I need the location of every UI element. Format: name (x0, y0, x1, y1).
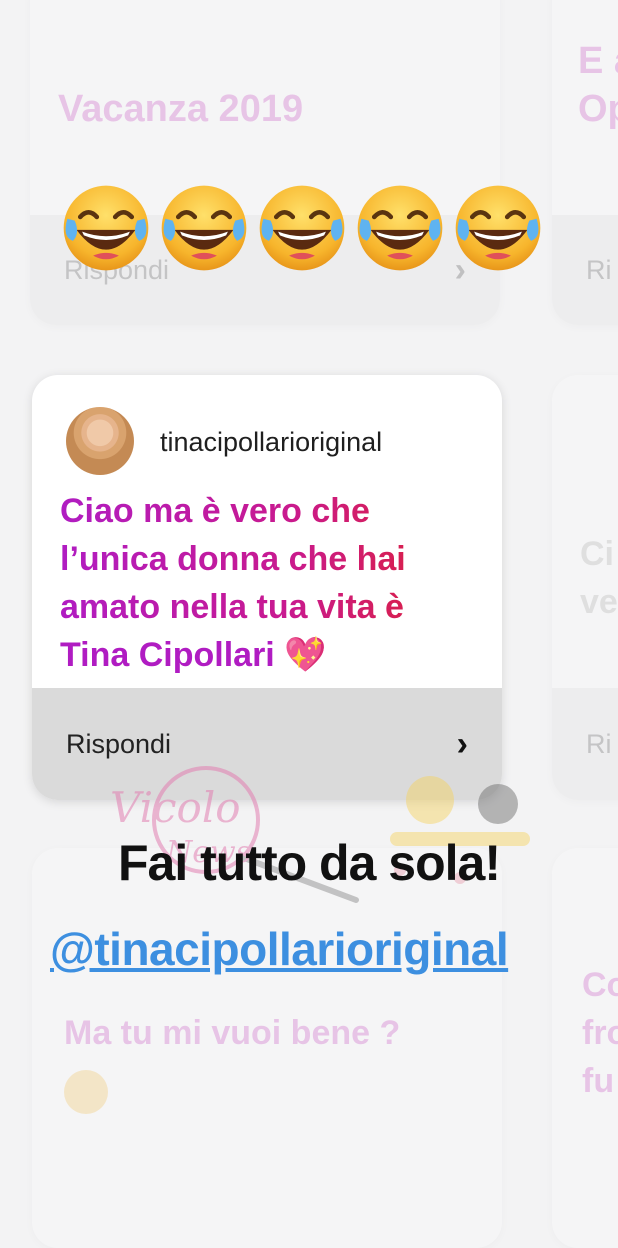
laughing-emoji-sticker (60, 182, 544, 274)
question-text: Vacanza 2019 (58, 88, 304, 130)
reply-button[interactable]: Ri (552, 215, 618, 325)
tears-of-joy-emoji-icon (354, 182, 446, 274)
tears-of-joy-emoji-icon (452, 182, 544, 274)
question-text-line1: Co (582, 966, 618, 1004)
question-text-line2: ve (580, 583, 618, 621)
question-text-line2: Op (578, 88, 618, 130)
question-card-mid-right: Ci ve Ri (552, 375, 618, 800)
question-text-line1: Ci (580, 535, 614, 573)
reply-button[interactable]: Ri (552, 688, 618, 800)
svg-text:Vicolo: Vicolo (110, 783, 241, 832)
question-card-bottom-right: Co fro fu (552, 848, 618, 1248)
tears-of-joy-emoji-icon (60, 182, 152, 274)
question-text: E a (578, 40, 618, 82)
mention-link[interactable]: @tinacipollarioriginal (50, 922, 509, 976)
question-line-3: amato nella tua vita è (60, 583, 478, 631)
question-card-main: tinacipollarioriginal Ciao ma è vero che… (32, 375, 502, 800)
question-text-line3: fu (582, 1062, 615, 1100)
sparkling-heart-icon: 💖 (284, 636, 327, 674)
question-card-top-left: Vacanza 2019 Rispondi › (30, 0, 500, 325)
question-card-top-right: E a Op Ri (552, 0, 618, 325)
question-line-2: l’unica donna che hai (60, 535, 478, 583)
question-line-1: Ciao ma è vero che (60, 487, 478, 535)
tears-of-joy-emoji-icon (256, 182, 348, 274)
question-text: Ma tu mi vuoi bene ? (64, 1014, 401, 1052)
question-line-4-wrap: Tina Cipollari 💖 (60, 631, 327, 679)
tears-of-joy-emoji-icon (158, 182, 250, 274)
question-line-4: Tina Cipollari (60, 636, 275, 674)
reply-label: Ri (586, 254, 612, 285)
reply-label: Ri (586, 728, 612, 759)
grinning-emoji-icon (64, 1070, 108, 1114)
chevron-right-icon: › (456, 724, 468, 763)
story-overlay-title: Fai tutto da sola! (118, 835, 501, 891)
question-text-line2: fro (582, 1014, 618, 1052)
username: tinacipollarioriginal (160, 427, 383, 457)
reply-label: Rispondi (66, 728, 172, 759)
avatar (66, 407, 134, 475)
